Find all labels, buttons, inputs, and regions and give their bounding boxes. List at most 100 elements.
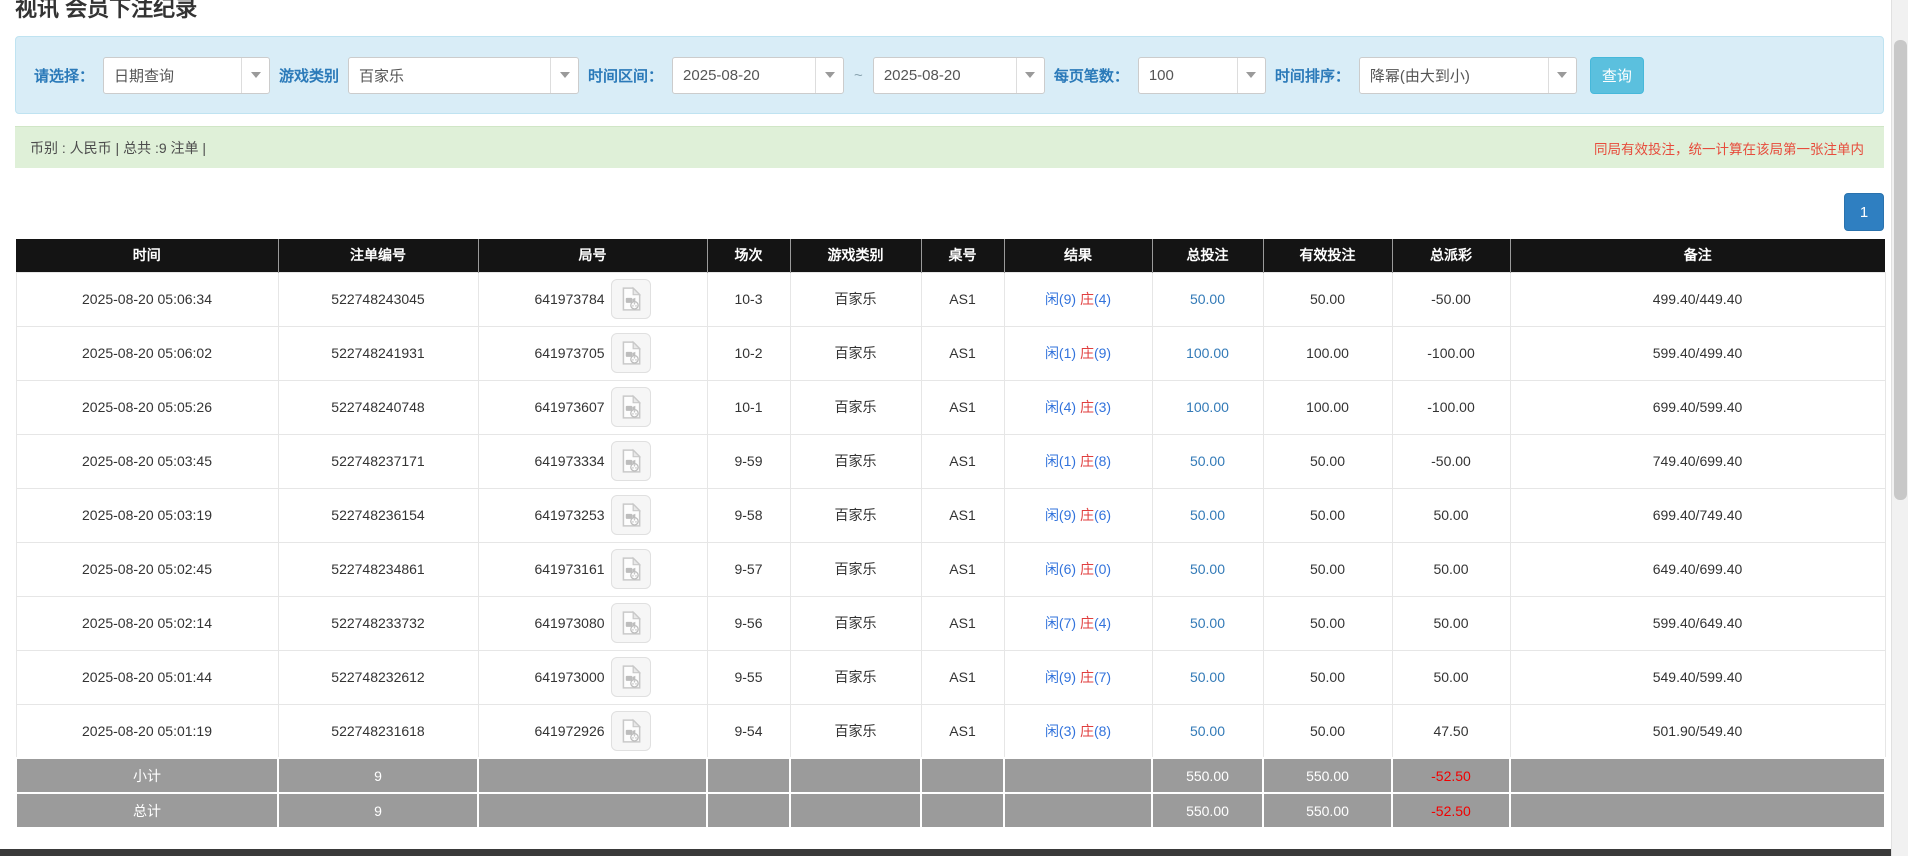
date-to-value: 2025-08-20 (874, 58, 1016, 93)
video-file-icon (618, 610, 644, 636)
cell-table-no: AS1 (921, 704, 1004, 758)
chevron-down-icon[interactable] (1237, 58, 1265, 93)
cell-bet-id: 522748237171 (278, 434, 478, 488)
cell-total-bet: 50.00 (1152, 704, 1263, 758)
round-id-value: 641973000 (534, 669, 604, 685)
total-bet-link[interactable]: 50.00 (1190, 723, 1225, 739)
chevron-down-icon[interactable] (241, 58, 269, 93)
search-button[interactable]: 查询 (1590, 57, 1644, 94)
chevron-down-icon[interactable] (815, 58, 843, 93)
video-replay-button[interactable] (611, 657, 651, 697)
result-banker: 庄 (1080, 345, 1094, 361)
time-sort-label: 时间排序： (1275, 65, 1350, 86)
total-bet-link[interactable]: 100.00 (1186, 399, 1229, 415)
vertical-scrollbar[interactable] (1891, 0, 1908, 856)
round-id-value: 641973784 (534, 291, 604, 307)
video-replay-button[interactable] (611, 549, 651, 589)
cell-table-no: AS1 (921, 488, 1004, 542)
cell-session: 9-55 (707, 650, 790, 704)
subtotal-payout: -52.50 (1392, 758, 1510, 793)
result-banker: 庄 (1080, 723, 1094, 739)
cell-payout: -100.00 (1392, 380, 1510, 434)
cell-time: 2025-08-20 05:05:26 (16, 380, 278, 434)
table-row: 2025-08-20 05:05:26522748240748641973607… (16, 380, 1885, 434)
subtotal-total-bet: 550.00 (1152, 758, 1263, 793)
total-bet-link[interactable]: 50.00 (1190, 561, 1225, 577)
page-size-label: 每页笔数： (1054, 65, 1129, 86)
chevron-down-icon[interactable] (1548, 58, 1576, 93)
total-bet-link[interactable]: 50.00 (1190, 507, 1225, 523)
result-banker-score: (4) (1094, 615, 1111, 631)
round-id-value: 641973705 (534, 345, 604, 361)
video-replay-button[interactable] (611, 495, 651, 535)
cell-game-type: 百家乐 (790, 380, 921, 434)
video-replay-button[interactable] (611, 711, 651, 751)
result-player: 闲(9) (1045, 507, 1080, 523)
scrollbar-thumb[interactable] (1894, 40, 1907, 500)
total-bet-link[interactable]: 50.00 (1190, 669, 1225, 685)
cell-total-bet: 100.00 (1152, 326, 1263, 380)
grand-total-round (478, 793, 707, 828)
cell-session: 9-59 (707, 434, 790, 488)
grand-total-table (921, 793, 1004, 828)
cell-result: 闲(3) 庄(8) (1004, 704, 1152, 758)
video-replay-button[interactable] (611, 279, 651, 319)
result-banker-score: (9) (1094, 345, 1111, 361)
result-banker-score: (0) (1094, 561, 1111, 577)
cell-game-type: 百家乐 (790, 326, 921, 380)
cell-bet-id: 522748232612 (278, 650, 478, 704)
cell-remark: 499.40/449.40 (1510, 272, 1885, 326)
page-size-value: 100 (1139, 58, 1237, 93)
cell-total-bet: 50.00 (1152, 488, 1263, 542)
video-replay-button[interactable] (611, 387, 651, 427)
total-bet-link[interactable]: 50.00 (1190, 291, 1225, 307)
total-bet-link[interactable]: 50.00 (1190, 453, 1225, 469)
cell-total-bet: 50.00 (1152, 272, 1263, 326)
page-title: 视讯 会员下注纪录 (15, 0, 1908, 19)
cell-total-bet: 100.00 (1152, 380, 1263, 434)
cell-game-type: 百家乐 (790, 488, 921, 542)
grand-total-row: 总计9550.00550.00-52.50 (16, 793, 1885, 828)
date-from-input[interactable]: 2025-08-20 (672, 57, 844, 94)
game-type-select[interactable]: 百家乐 (348, 57, 579, 94)
result-banker: 庄 (1080, 507, 1094, 523)
cell-time: 2025-08-20 05:02:45 (16, 542, 278, 596)
result-banker-score: (3) (1094, 399, 1111, 415)
cell-payout: 50.00 (1392, 488, 1510, 542)
video-file-icon (618, 340, 644, 366)
time-sort-select[interactable]: 降幂(由大到小) (1359, 57, 1577, 94)
grand-total-remark (1510, 793, 1885, 828)
cell-result: 闲(7) 庄(4) (1004, 596, 1152, 650)
cell-result: 闲(1) 庄(9) (1004, 326, 1152, 380)
result-player: 闲(9) (1045, 669, 1080, 685)
game-type-label: 游戏类别 (279, 65, 339, 86)
video-replay-button[interactable] (611, 333, 651, 373)
subtotal-session (707, 758, 790, 793)
total-bet-link[interactable]: 100.00 (1186, 345, 1229, 361)
table-row: 2025-08-20 05:01:19522748231618641972926… (16, 704, 1885, 758)
subtotal-row: 小计9550.00550.00-52.50 (16, 758, 1885, 793)
header-game-type: 游戏类别 (790, 239, 921, 272)
video-replay-button[interactable] (611, 441, 651, 481)
cell-round-id: 641973607 (478, 380, 707, 434)
total-bet-link[interactable]: 50.00 (1190, 615, 1225, 631)
page-1-button[interactable]: 1 (1844, 193, 1884, 231)
chevron-down-icon[interactable] (1016, 58, 1044, 93)
cell-session: 10-2 (707, 326, 790, 380)
cell-payout: -50.00 (1392, 434, 1510, 488)
video-replay-button[interactable] (611, 603, 651, 643)
cell-payout: 50.00 (1392, 650, 1510, 704)
date-range-label: 时间区间： (588, 65, 663, 86)
cell-session: 10-1 (707, 380, 790, 434)
page-size-select[interactable]: 100 (1138, 57, 1266, 94)
cell-payout: -50.00 (1392, 272, 1510, 326)
grand-total-game (790, 793, 921, 828)
video-file-icon (618, 286, 644, 312)
query-mode-select[interactable]: 日期查询 (103, 57, 270, 94)
result-player: 闲(4) (1045, 399, 1080, 415)
cell-bet-id: 522748234861 (278, 542, 478, 596)
chevron-down-icon[interactable] (550, 58, 578, 93)
header-result: 结果 (1004, 239, 1152, 272)
date-to-input[interactable]: 2025-08-20 (873, 57, 1045, 94)
cell-valid-bet: 100.00 (1263, 326, 1392, 380)
